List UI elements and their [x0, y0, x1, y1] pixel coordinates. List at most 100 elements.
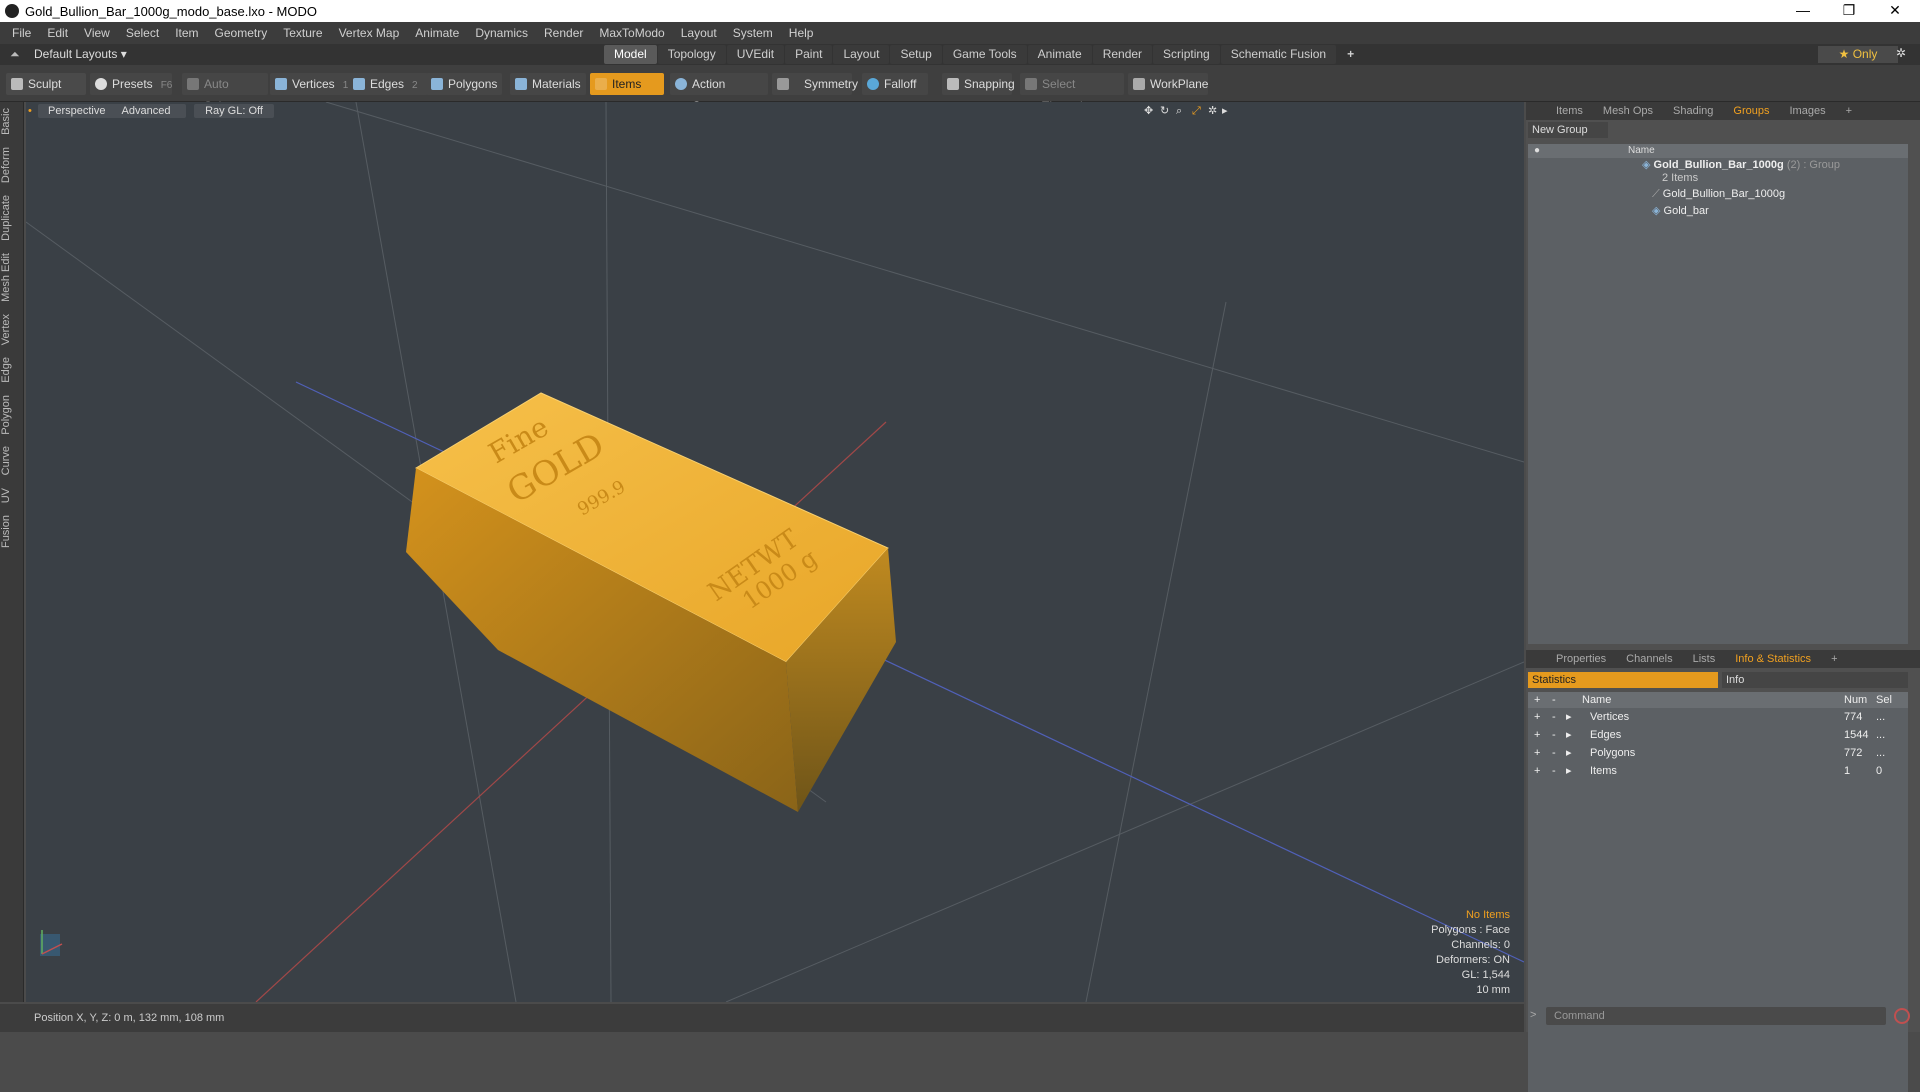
group-child-row[interactable]: ⟋ Gold_Bullion_Bar_1000g [1652, 188, 1785, 201]
menu-render[interactable]: Render [536, 26, 591, 40]
menu-animate[interactable]: Animate [407, 26, 467, 40]
sculpt-button[interactable]: Sculpt [6, 73, 86, 95]
vertices-button[interactable]: Vertices 1 [270, 73, 352, 95]
viewport-raygl-button[interactable]: Ray GL: Off [194, 104, 274, 118]
snapping-button[interactable]: Snapping [942, 73, 1015, 95]
gear-icon[interactable]: ✲ [1896, 46, 1906, 60]
tab-lists[interactable]: Lists [1683, 650, 1726, 668]
menu-edit[interactable]: Edit [39, 26, 76, 40]
menu-geometry[interactable]: Geometry [207, 26, 276, 40]
expand-arrow-icon[interactable]: ▸ [1566, 762, 1572, 780]
only-toggle[interactable]: ★ Only [1818, 46, 1898, 63]
viewport-expand-icon[interactable]: ▸ [1222, 104, 1228, 118]
remove-icon[interactable]: - [1552, 762, 1556, 780]
tab-paint[interactable]: Paint [785, 45, 833, 64]
add-icon[interactable]: + [1534, 744, 1540, 762]
tab-render[interactable]: Render [1092, 45, 1153, 64]
menu-vertex-map[interactable]: Vertex Map [331, 26, 408, 40]
group-row[interactable]: ◈ Gold_Bullion_Bar_1000g (2) : Group [1642, 158, 1840, 171]
tab-mesh-ops[interactable]: Mesh Ops [1593, 102, 1663, 120]
tab-info-statistics[interactable]: Info & Statistics [1725, 650, 1821, 668]
menu-texture[interactable]: Texture [275, 26, 330, 40]
tab-model[interactable]: Model [604, 45, 657, 64]
expand-arrow-icon[interactable]: ▸ [1566, 726, 1572, 744]
menu-maxtomodo[interactable]: MaxToModo [591, 26, 672, 40]
tab-items[interactable]: Items [1546, 102, 1593, 120]
menu-help[interactable]: Help [781, 26, 822, 40]
tab-channels[interactable]: Channels [1616, 650, 1682, 668]
add-icon[interactable]: + [1534, 726, 1540, 744]
tab-layout[interactable]: Layout [833, 45, 890, 64]
strip-tab-basic[interactable]: Basic [0, 102, 24, 141]
remove-icon[interactable]: - [1552, 726, 1556, 744]
visibility-column-icon[interactable]: ● [1534, 144, 1540, 158]
maximize-button[interactable]: ❐ [1826, 0, 1872, 22]
minimize-button[interactable]: — [1780, 0, 1826, 22]
workplane-button[interactable]: WorkPlane [1128, 73, 1208, 95]
add-icon[interactable]: + [1534, 762, 1540, 780]
tab-game-tools[interactable]: Game Tools [942, 45, 1027, 64]
select-through-button[interactable]: Select Through [1020, 73, 1124, 113]
zoom-view-icon[interactable]: ⌕ [1176, 104, 1182, 118]
tab-topology[interactable]: Topology [657, 45, 726, 64]
group-child-row[interactable]: ◈ Gold_bar [1652, 204, 1709, 217]
strip-tab-vertex[interactable]: Vertex [0, 308, 24, 351]
tab-scripting[interactable]: Scripting [1153, 45, 1220, 64]
gold-bar-mesh[interactable]: Fine GOLD 999.9 NETWT 1000 g [406, 392, 896, 812]
materials-button[interactable]: Materials [510, 73, 586, 95]
viewport-settings-icon[interactable]: ✲ [1208, 104, 1217, 118]
add-tab-icon[interactable]: + [1337, 45, 1364, 64]
tab-properties[interactable]: Properties [1546, 650, 1616, 668]
action-center-button[interactable]: Action Center [670, 73, 768, 113]
command-input[interactable]: Command [1546, 1007, 1886, 1025]
stat-row-polygons[interactable]: + - ▸ Polygons 772 ... [1528, 744, 1908, 762]
info-tab[interactable]: Info [1722, 672, 1908, 688]
strip-tab-deform[interactable]: Deform [0, 141, 24, 189]
strip-tab-mesh-edit[interactable]: Mesh Edit [0, 247, 24, 308]
menu-select[interactable]: Select [118, 26, 167, 40]
rotate-view-icon[interactable]: ↻ [1160, 104, 1169, 118]
viewport-advanced-button[interactable]: Advanced [106, 104, 186, 118]
items-button[interactable]: Items [590, 73, 664, 95]
new-group-button[interactable]: New Group [1528, 122, 1608, 138]
record-icon[interactable] [1894, 1008, 1910, 1024]
tab-images[interactable]: Images [1780, 102, 1836, 120]
tab-animate[interactable]: Animate [1027, 45, 1092, 64]
remove-icon[interactable]: - [1552, 708, 1556, 726]
fit-view-icon[interactable]: ⤢ [1192, 104, 1201, 118]
3d-viewport[interactable]: Fine GOLD 999.9 NETWT 1000 g • Perspecti… [26, 102, 1524, 1002]
tab-groups[interactable]: Groups [1723, 102, 1779, 120]
statistics-tab[interactable]: Statistics [1528, 672, 1718, 688]
tab-uvedit[interactable]: UVEdit [726, 45, 785, 64]
stat-row-edges[interactable]: + - ▸ Edges 1544 ... [1528, 726, 1908, 744]
strip-tab-fusion[interactable]: Fusion [0, 509, 24, 554]
move-view-icon[interactable]: ✥ [1144, 104, 1153, 118]
menu-system[interactable]: System [725, 26, 781, 40]
symmetry-button[interactable]: Symmetry [772, 73, 858, 95]
viewport-perspective-button[interactable]: Perspective [38, 104, 110, 118]
menu-item[interactable]: Item [167, 26, 206, 40]
menu-dynamics[interactable]: Dynamics [467, 26, 536, 40]
layout-selector[interactable]: Default Layouts ▾ [34, 47, 127, 61]
tab-schematic-fusion[interactable]: Schematic Fusion [1220, 45, 1337, 64]
expand-arrow-icon[interactable]: ▸ [1566, 744, 1572, 762]
remove-icon[interactable]: - [1552, 744, 1556, 762]
menu-file[interactable]: File [4, 26, 39, 40]
expand-arrow-icon[interactable]: ▸ [1566, 708, 1572, 726]
menu-view[interactable]: View [76, 26, 118, 40]
expand-all-icon[interactable]: + [1534, 692, 1540, 708]
falloff-button[interactable]: Falloff [862, 73, 928, 95]
close-button[interactable]: ✕ [1872, 0, 1918, 22]
menu-layout[interactable]: Layout [673, 26, 725, 40]
collapse-all-icon[interactable]: - [1552, 692, 1556, 708]
strip-tab-duplicate[interactable]: Duplicate [0, 189, 24, 247]
strip-tab-edge[interactable]: Edge [0, 351, 24, 389]
stat-row-items[interactable]: + - ▸ Items 1 0 [1528, 762, 1908, 780]
collapse-icon[interactable]: ⏶ [10, 47, 20, 62]
add-panel-tab-icon[interactable]: + [1836, 102, 1862, 120]
add-icon[interactable]: + [1534, 708, 1540, 726]
presets-button[interactable]: Presets F6 [90, 73, 172, 95]
strip-tab-curve[interactable]: Curve [0, 440, 24, 481]
stat-row-vertices[interactable]: + - ▸ Vertices 774 ... [1528, 708, 1908, 726]
add-panel-tab-icon[interactable]: + [1821, 650, 1847, 668]
